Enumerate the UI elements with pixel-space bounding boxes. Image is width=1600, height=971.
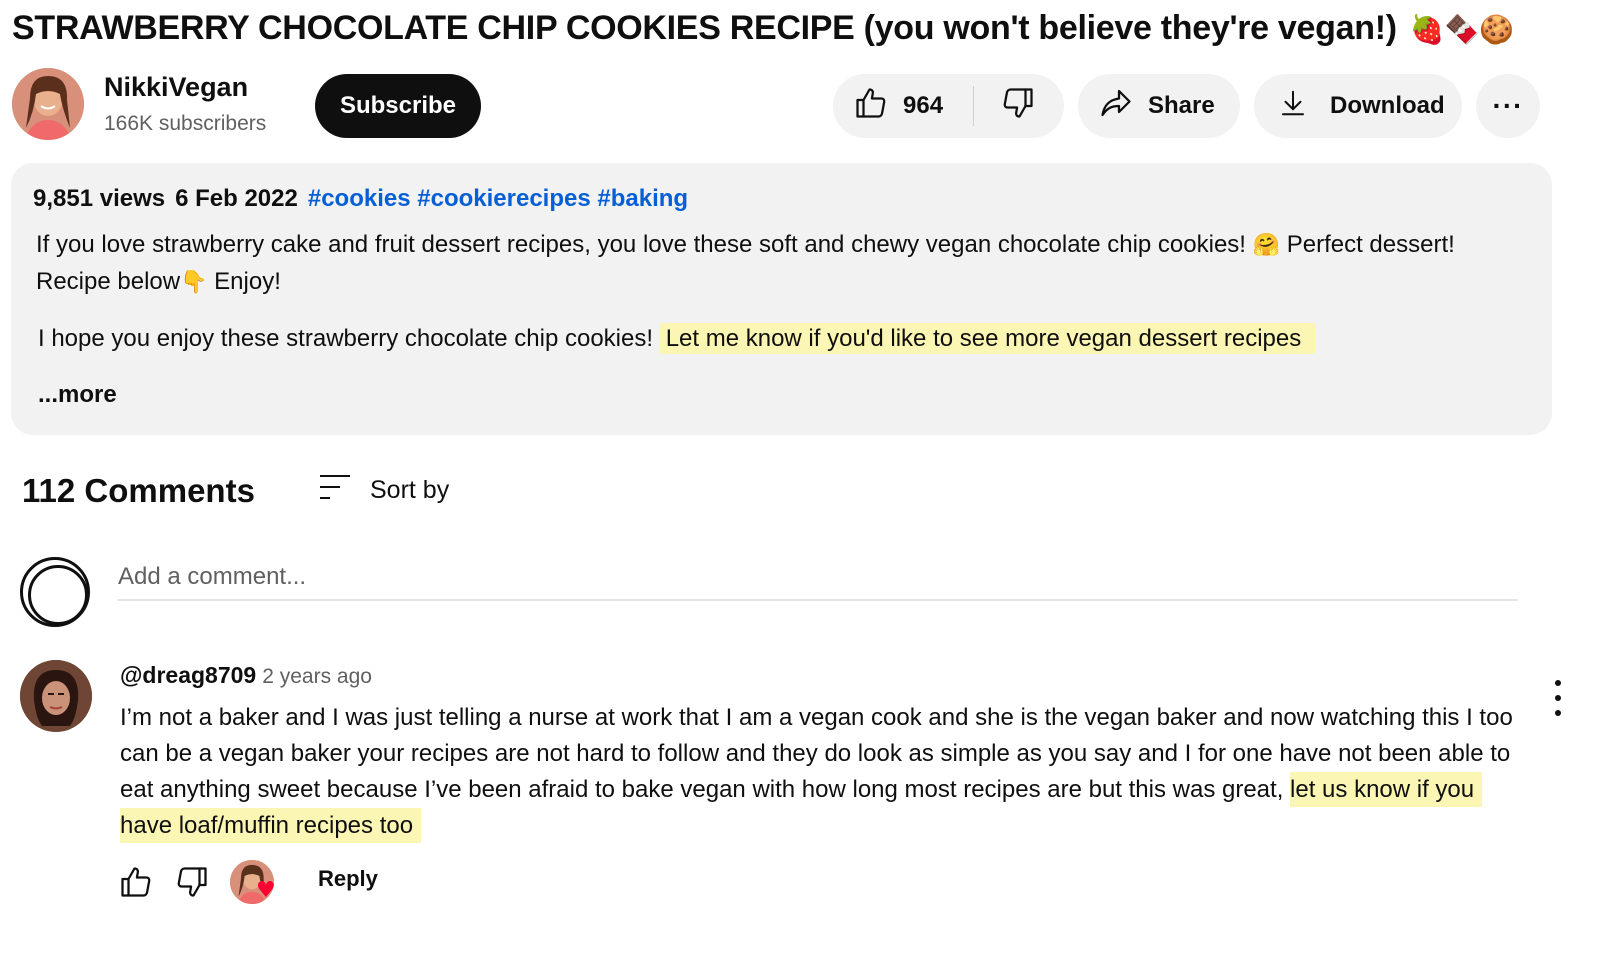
heart-icon: ♥ xyxy=(256,878,276,903)
comment-text: I’m not a baker and I was just telling a… xyxy=(120,700,1525,844)
share-label: Share xyxy=(1148,92,1215,119)
subscribe-button[interactable]: Subscribe xyxy=(315,74,481,138)
share-button[interactable]: Share xyxy=(1078,74,1240,138)
download-label: Download xyxy=(1330,92,1445,119)
thumbs-down-icon xyxy=(177,867,207,897)
comment-like-button[interactable] xyxy=(118,864,154,900)
thumbs-down-icon xyxy=(1000,85,1036,128)
sort-button[interactable]: Sort by xyxy=(318,470,449,510)
add-comment-row xyxy=(20,555,1520,629)
comment-input[interactable] xyxy=(118,555,1518,601)
description-meta: 9,851 views 6 Feb 2022 #cookies #cookierec… xyxy=(33,185,688,213)
more-icon: ··· xyxy=(1492,90,1524,121)
sort-label: Sort by xyxy=(370,475,450,504)
description-box[interactable]: 9,851 views 6 Feb 2022 #cookies #cookierec… xyxy=(11,163,1552,435)
dislike-button[interactable] xyxy=(974,74,1062,138)
thumbs-up-icon xyxy=(121,867,151,897)
description-paragraph-1: If you love strawberry cake and fruit de… xyxy=(36,227,1496,301)
description-text-c: Enjoy! xyxy=(207,268,281,295)
description-paragraph-2: I hope you enjoy these strawberry chocol… xyxy=(38,321,1498,357)
description-text-plain: I hope you enjoy these strawberry chocol… xyxy=(38,325,660,352)
comment-dislike-button[interactable] xyxy=(174,864,210,900)
description-highlight: Let me know if you'd like to see more ve… xyxy=(659,323,1316,354)
like-button[interactable]: 964 xyxy=(833,74,973,138)
sort-icon xyxy=(318,472,352,509)
video-title: STRAWBERRY CHOCOLATE CHIP COOKIES RECIPE… xyxy=(12,6,1572,52)
comments-header: 112 Comments Sort by xyxy=(22,470,622,514)
upload-date: 6 Feb 2022 xyxy=(175,185,298,212)
creator-heart-badge: ♥ xyxy=(230,860,276,906)
comment-thread: @dreag8709 2 years ago I’m not a baker an… xyxy=(20,660,1580,920)
like-dislike-group: 964 xyxy=(833,74,1064,138)
video-title-text: STRAWBERRY CHOCOLATE CHIP COOKIES RECIPE… xyxy=(12,9,1397,47)
view-count: 9,851 views xyxy=(33,185,166,212)
comment-author-line: @dreag8709 2 years ago xyxy=(120,662,372,689)
comment-time[interactable]: 2 years ago xyxy=(262,665,372,688)
description-text-a: If you love strawberry cake and fruit de… xyxy=(36,231,1253,258)
channel-name[interactable]: NikkiVegan xyxy=(104,72,248,103)
current-user-avatar xyxy=(20,557,90,627)
comment-actions: ♥ Reply xyxy=(118,860,518,906)
more-actions-button[interactable]: ··· xyxy=(1476,74,1540,138)
reply-button[interactable]: Reply xyxy=(318,866,378,892)
like-count: 964 xyxy=(903,92,944,119)
channel-avatar[interactable] xyxy=(12,68,84,140)
comments-count: 112 Comments xyxy=(22,472,255,509)
commenter-avatar[interactable] xyxy=(20,660,92,732)
subscriber-count: 166K subscribers xyxy=(104,112,267,135)
comment-author[interactable]: @dreag8709 xyxy=(120,662,256,688)
download-button[interactable]: Download xyxy=(1254,74,1462,138)
show-more-button[interactable]: ...more xyxy=(38,381,117,409)
hugging-emoji: 🤗 xyxy=(1252,233,1281,258)
kebab-menu-icon[interactable] xyxy=(1546,680,1570,716)
share-icon xyxy=(1098,85,1134,128)
title-emoji: 🍓🍫🍪 xyxy=(1409,13,1514,46)
download-icon xyxy=(1278,87,1308,126)
thumbs-up-icon xyxy=(853,85,889,128)
hashtags[interactable]: #cookies #cookierecipes #baking xyxy=(308,185,688,212)
pointing-down-emoji: 👇 xyxy=(180,270,208,295)
